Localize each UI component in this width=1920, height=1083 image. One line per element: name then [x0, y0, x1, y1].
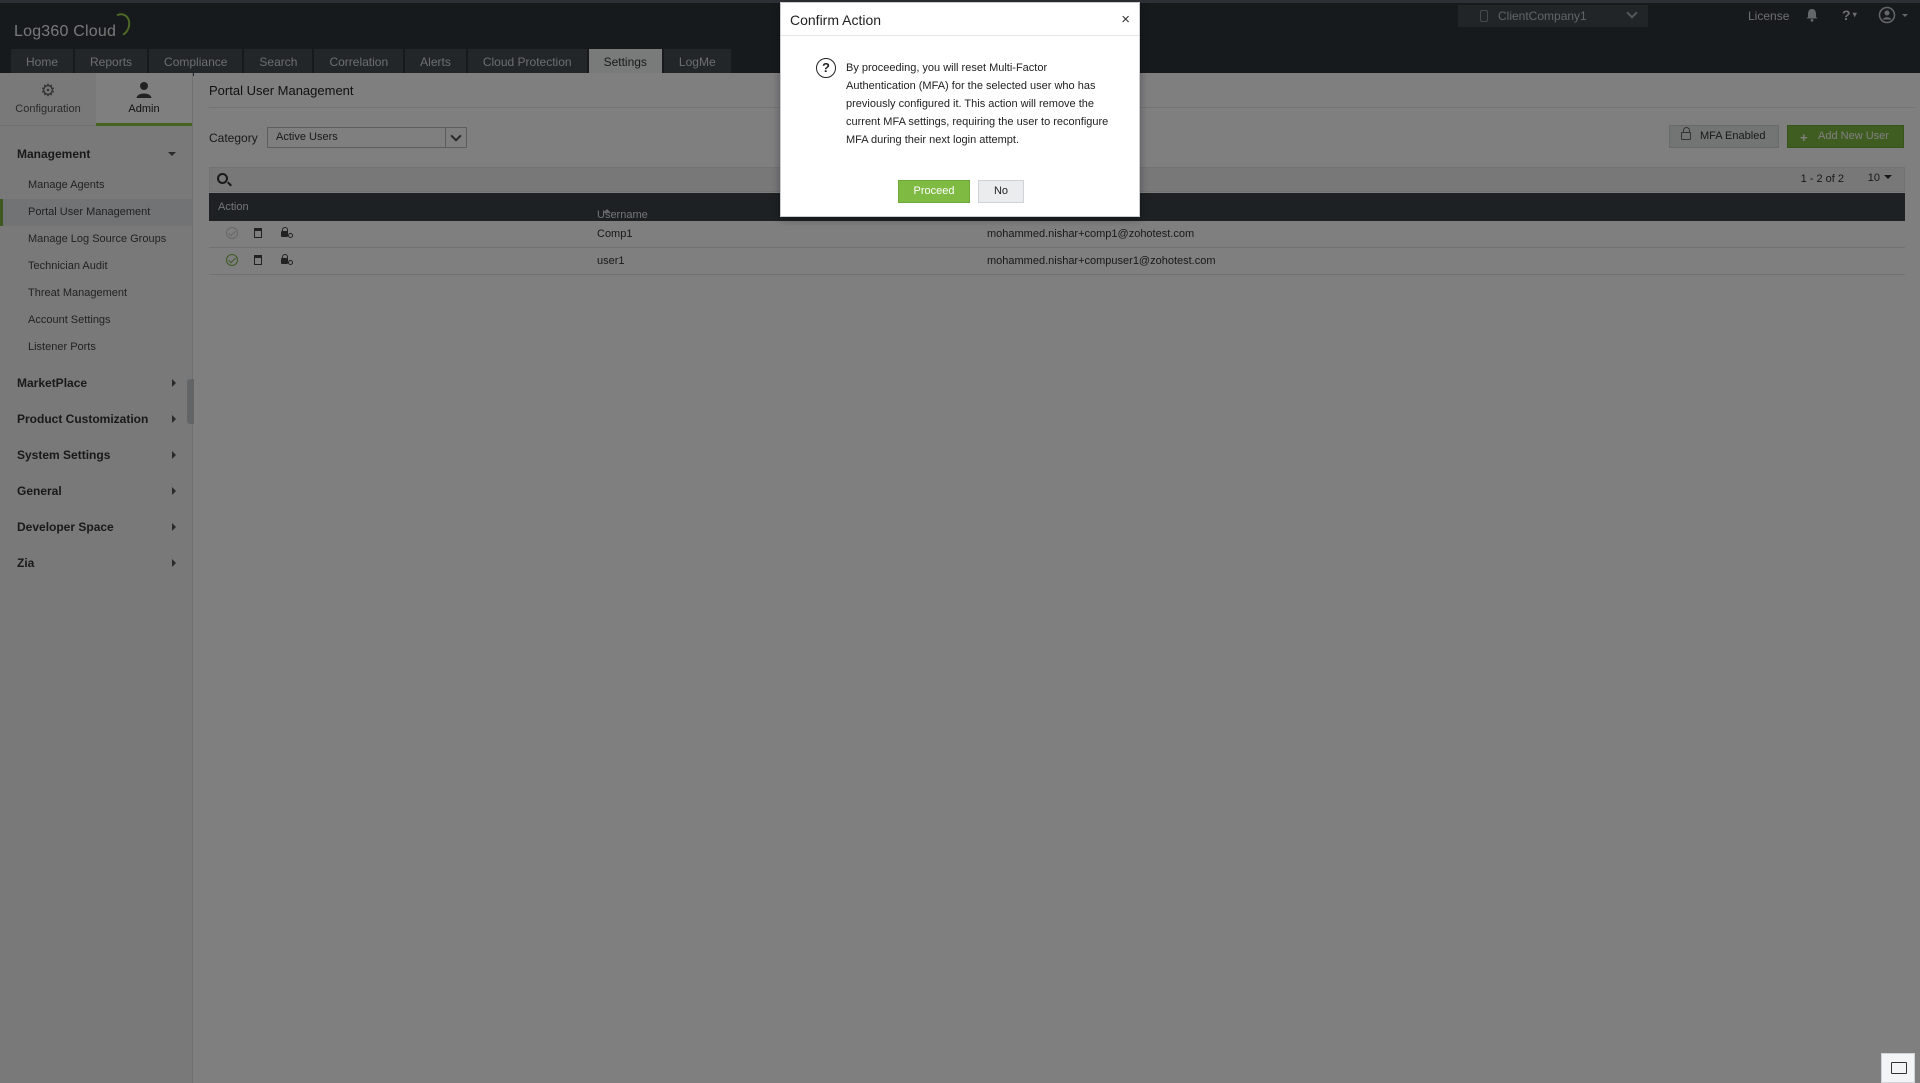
dialog-message: By proceeding, you will reset Multi-Fact…: [846, 62, 1109, 146]
confirm-action-dialog: Confirm Action × ? By proceeding, you wi…: [780, 2, 1140, 217]
question-icon: ?: [816, 58, 836, 78]
close-icon[interactable]: ×: [1121, 11, 1130, 28]
no-button[interactable]: No: [978, 180, 1024, 203]
dialog-title: Confirm Action: [790, 12, 882, 28]
chat-icon[interactable]: [1881, 1053, 1915, 1083]
dialog-header: Confirm Action ×: [781, 3, 1139, 36]
proceed-button[interactable]: Proceed: [898, 180, 970, 203]
